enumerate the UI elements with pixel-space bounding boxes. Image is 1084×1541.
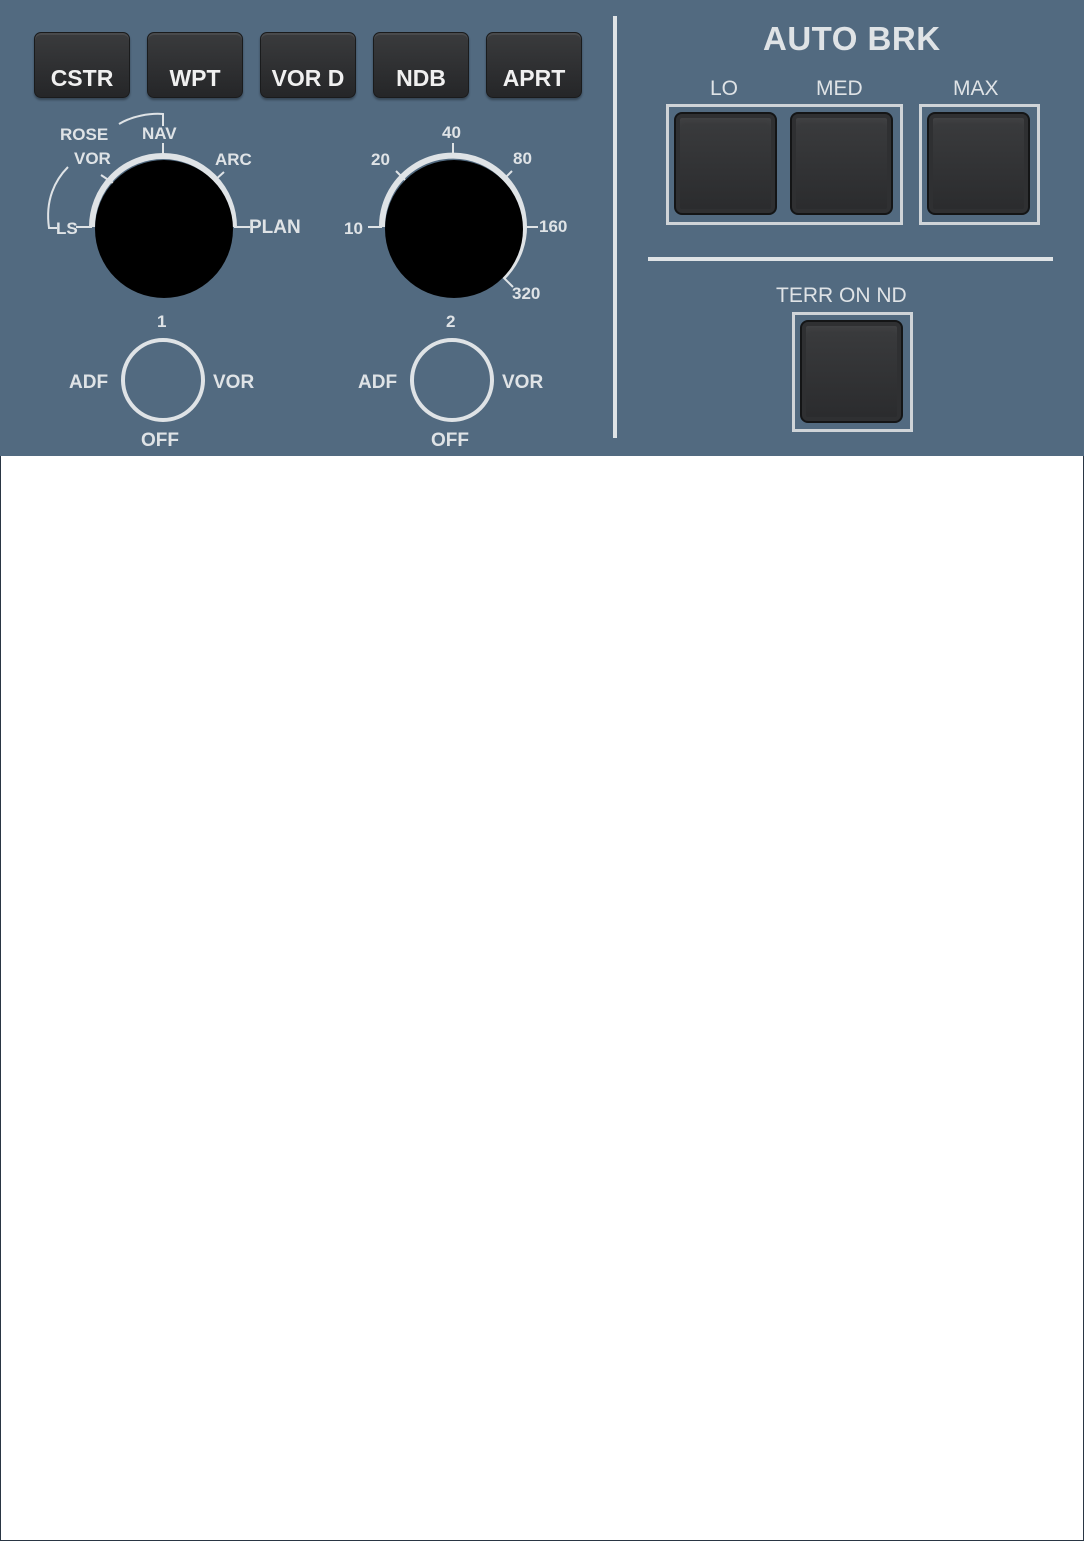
- autobrk-lo-label: LO: [710, 77, 739, 100]
- nav1-off-label: OFF: [141, 430, 179, 451]
- range-80-label: 80: [513, 149, 532, 168]
- autobrk-lo-button[interactable]: [674, 112, 777, 215]
- autobrk-med-button[interactable]: [790, 112, 893, 215]
- vord-button[interactable]: VOR D: [260, 32, 356, 98]
- nav2-adf-label: ADF: [358, 372, 398, 393]
- aprt-button-label: APRT: [502, 65, 566, 91]
- cstr-button[interactable]: CSTR: [34, 32, 130, 98]
- nav1-vor-label: VOR: [213, 372, 255, 393]
- mode-rose-label: ROSE: [60, 125, 109, 144]
- range-160-label: 160: [539, 217, 568, 236]
- autobrk-max-label: MAX: [953, 77, 999, 100]
- autobrk-med-label: MED: [816, 77, 863, 100]
- nav1-number-label: 1: [157, 312, 167, 331]
- cstr-button-label: CSTR: [50, 65, 114, 91]
- mode-plan-label: PLAN: [249, 217, 301, 238]
- ndb-button-label: NDB: [396, 65, 446, 91]
- range-320-label: 320: [512, 284, 541, 303]
- nav2-vor-label: VOR: [502, 372, 544, 393]
- range-20-label: 20: [371, 150, 390, 169]
- nav1-adf-label: ADF: [69, 372, 109, 393]
- efis-autobrake-panel: CSTR WPT VOR D NDB APRT ROSE VOR LS NAV …: [0, 0, 1084, 456]
- ndb-button[interactable]: NDB: [373, 32, 469, 98]
- nav2-number-label: 2: [446, 312, 456, 331]
- nd-mode-selector-knob[interactable]: [95, 160, 233, 298]
- autobrk-title: AUTO BRK: [763, 20, 941, 57]
- wpt-button[interactable]: WPT: [147, 32, 243, 98]
- mode-vor-label: VOR: [74, 149, 111, 168]
- nav1-selector[interactable]: [121, 338, 205, 422]
- autobrk-max-button[interactable]: [927, 112, 1030, 215]
- nav2-selector[interactable]: [410, 338, 494, 422]
- terr-on-nd-button[interactable]: [800, 320, 903, 423]
- range-10-label: 10: [344, 219, 363, 238]
- mode-nav-label: NAV: [142, 124, 177, 143]
- mode-ls-label: LS: [56, 219, 78, 238]
- vord-button-label: VOR D: [271, 65, 345, 91]
- mode-arc-label: ARC: [215, 150, 252, 169]
- aprt-button[interactable]: APRT: [486, 32, 582, 98]
- nav2-off-label: OFF: [431, 430, 469, 451]
- terr-on-nd-label: TERR ON ND: [776, 284, 907, 307]
- range-40-label: 40: [442, 123, 461, 142]
- nd-range-selector-knob[interactable]: [385, 160, 523, 298]
- wpt-button-label: WPT: [169, 65, 221, 91]
